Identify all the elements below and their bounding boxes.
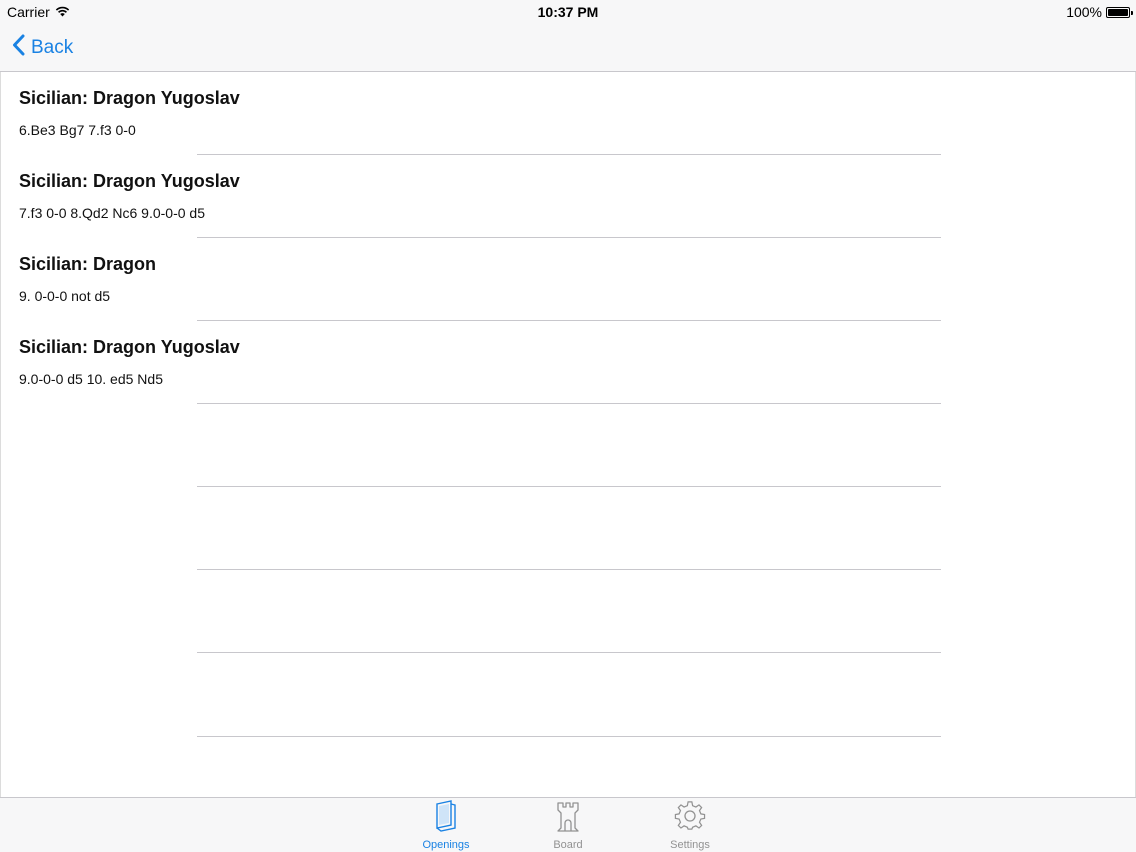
book-icon bbox=[406, 800, 486, 837]
status-battery-group: 100% bbox=[1066, 4, 1133, 20]
opening-moves: 9.0-0-0 d5 10. ed5 Nd5 bbox=[19, 371, 163, 387]
gear-icon bbox=[650, 800, 730, 837]
list-item[interactable]: Sicilian: Dragon 9. 0-0-0 not d5 bbox=[1, 238, 1135, 321]
opening-moves: 6.Be3 Bg7 7.f3 0-0 bbox=[19, 122, 136, 138]
back-button[interactable]: Back bbox=[12, 34, 73, 62]
navigation-bar: Back bbox=[0, 24, 1136, 72]
tab-board[interactable]: Board bbox=[528, 800, 608, 852]
back-label: Back bbox=[31, 37, 74, 58]
status-bar: Carrier 10:37 PM 100% bbox=[0, 0, 1136, 24]
row-separator bbox=[197, 569, 941, 570]
battery-percent: 100% bbox=[1066, 4, 1102, 20]
row-separator bbox=[197, 403, 941, 404]
row-separator bbox=[197, 486, 941, 487]
rook-icon bbox=[528, 800, 608, 837]
tab-settings-label: Settings bbox=[670, 839, 710, 851]
battery-icon bbox=[1106, 6, 1133, 18]
status-time: 10:37 PM bbox=[537, 4, 599, 20]
opening-moves: 9. 0-0-0 not d5 bbox=[19, 288, 111, 304]
tab-settings[interactable]: Settings bbox=[650, 800, 730, 852]
opening-moves: 7.f3 0-0 8.Qd2 Nc6 9.0-0-0 d5 bbox=[19, 205, 205, 221]
tab-bar: Openings Board Settings bbox=[0, 797, 1136, 852]
tab-openings[interactable]: Openings bbox=[406, 800, 486, 852]
list-item[interactable]: Sicilian: Dragon Yugoslav 6.Be3 Bg7 7.f3… bbox=[1, 72, 1135, 155]
row-separator bbox=[197, 736, 941, 737]
opening-title: Sicilian: Dragon bbox=[19, 254, 157, 274]
openings-list: Sicilian: Dragon Yugoslav 6.Be3 Bg7 7.f3… bbox=[0, 72, 1136, 797]
opening-title: Sicilian: Dragon Yugoslav bbox=[19, 88, 240, 108]
tab-openings-label: Openings bbox=[422, 839, 470, 851]
list-item[interactable]: Sicilian: Dragon Yugoslav 7.f3 0-0 8.Qd2… bbox=[1, 155, 1135, 238]
chevron-left-icon bbox=[12, 34, 25, 62]
opening-title: Sicilian: Dragon Yugoslav bbox=[19, 171, 240, 191]
tab-board-label: Board bbox=[553, 839, 583, 851]
row-separator bbox=[197, 652, 941, 653]
screen: Carrier 10:37 PM 100% Back Sicilian: Dra… bbox=[0, 0, 1136, 852]
opening-title: Sicilian: Dragon Yugoslav bbox=[19, 337, 240, 357]
list-item[interactable]: Sicilian: Dragon Yugoslav 9.0-0-0 d5 10.… bbox=[1, 321, 1135, 404]
